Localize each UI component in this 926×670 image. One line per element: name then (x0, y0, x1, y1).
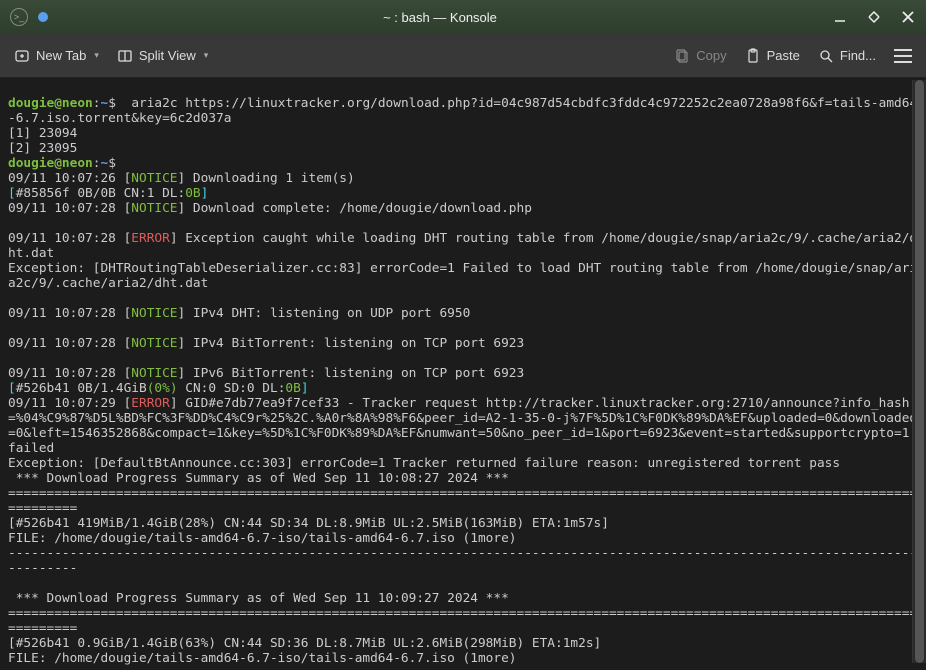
hamburger-menu[interactable] (894, 49, 912, 63)
divider-line: ========================================… (8, 606, 917, 636)
command-line: aria2c https://linuxtracker.org/download… (8, 96, 917, 126)
notice-tag: NOTICE (131, 171, 177, 186)
divider-line: ----------------------------------------… (8, 546, 917, 576)
paste-label: Paste (767, 48, 800, 63)
notice-tag: NOTICE (131, 201, 177, 216)
search-icon (818, 48, 834, 64)
maximize-button[interactable] (866, 9, 882, 25)
new-tab-icon (14, 48, 30, 64)
toolbar: New Tab ▾ Split View ▾ Copy Paste (0, 34, 926, 78)
terminal-area[interactable]: dougie@neon:~$ aria2c https://linuxtrack… (0, 78, 926, 670)
notice-tag: NOTICE (131, 306, 177, 321)
paste-icon (745, 48, 761, 64)
prompt-user: dougie@neon (8, 156, 93, 171)
chevron-down-icon: ▾ (204, 50, 209, 61)
divider-line: ----------------------------------------… (8, 666, 917, 670)
copy-button[interactable]: Copy (674, 48, 726, 64)
find-label: Find... (840, 48, 876, 63)
job-line: [2] 23095 (8, 141, 77, 156)
exception-line: Exception: [DHTRoutingTableDeserializer.… (8, 261, 917, 291)
copy-icon (674, 48, 690, 64)
minimize-button[interactable] (832, 9, 848, 25)
split-view-label: Split View (139, 48, 196, 63)
split-view-button[interactable]: Split View ▾ (117, 48, 208, 64)
progress-stat: [#526b41 419MiB/1.4GiB(28%) CN:44 SD:34 … (8, 516, 609, 531)
window-title: ~ : bash — Konsole (48, 10, 832, 25)
notice-tag: NOTICE (131, 336, 177, 351)
window-controls (832, 9, 916, 25)
chevron-down-icon: ▾ (94, 50, 99, 61)
titlebar-left: >_ (10, 8, 48, 26)
find-button[interactable]: Find... (818, 48, 876, 64)
new-tab-button[interactable]: New Tab ▾ (14, 48, 99, 64)
close-button[interactable] (900, 9, 916, 25)
file-line: FILE: /home/dougie/tails-amd64-6.7-iso/t… (8, 531, 517, 546)
scroll-thumb[interactable] (915, 80, 924, 663)
progress-summary-header: *** Download Progress Summary as of Wed … (8, 591, 517, 606)
active-tab-indicator (38, 12, 48, 22)
copy-label: Copy (696, 48, 726, 63)
split-view-icon (117, 48, 133, 64)
exception-line: Exception: [DefaultBtAnnounce.cc:303] er… (8, 456, 840, 471)
progress-summary-header: *** Download Progress Summary as of Wed … (8, 471, 517, 486)
job-line: [1] 23094 (8, 126, 77, 141)
error-tag: ERROR (131, 396, 170, 411)
new-tab-label: New Tab (36, 48, 86, 63)
titlebar: >_ ~ : bash — Konsole (0, 0, 926, 34)
paste-button[interactable]: Paste (745, 48, 800, 64)
prompt-user: dougie@neon (8, 96, 93, 111)
progress-stat: [#526b41 0.9GiB/1.4GiB(63%) CN:44 SD:36 … (8, 636, 601, 651)
file-line: FILE: /home/dougie/tails-amd64-6.7-iso/t… (8, 651, 517, 666)
notice-tag: NOTICE (131, 366, 177, 381)
konsole-app-icon: >_ (10, 8, 28, 26)
vertical-scrollbar[interactable] (912, 80, 926, 663)
error-tag: ERROR (131, 231, 170, 246)
divider-line: ========================================… (8, 486, 917, 516)
